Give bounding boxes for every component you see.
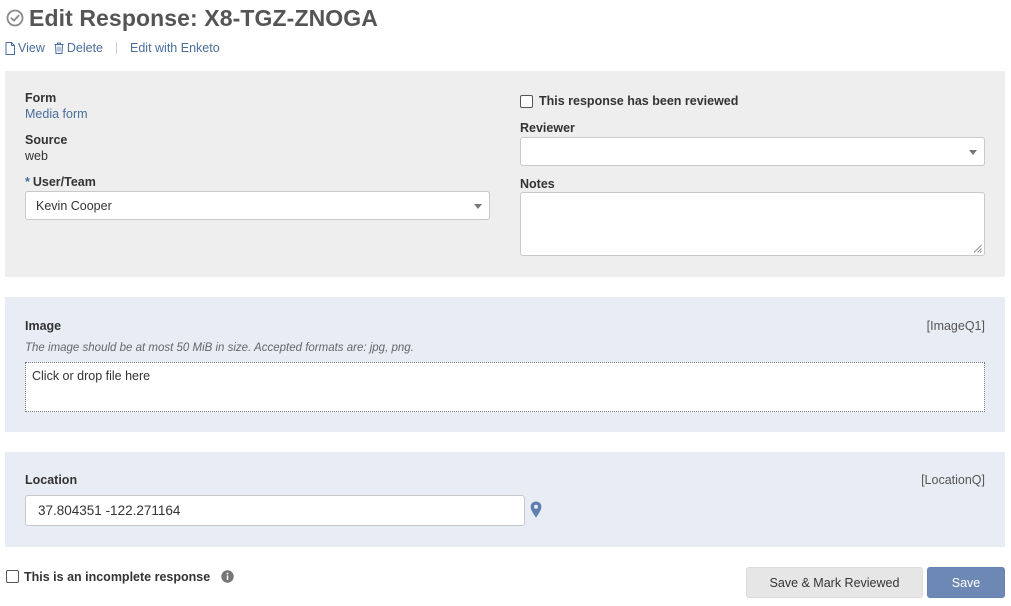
form-label: Form bbox=[25, 91, 57, 105]
edit-with-enketo-link[interactable]: Edit with Enketo bbox=[130, 41, 220, 55]
incomplete-label: This is an incomplete response bbox=[24, 570, 211, 584]
info-icon[interactable] bbox=[221, 570, 234, 583]
user-team-value: Kevin Cooper bbox=[36, 198, 112, 213]
page-header: Edit Response: X8-TGZ-ZNOGA bbox=[6, 4, 378, 32]
location-question-label: Location bbox=[25, 473, 78, 487]
trash-icon bbox=[54, 42, 64, 54]
image-question-panel: Image [ImageQ1] The image should be at m… bbox=[5, 297, 1005, 432]
response-actions: View Delete Edit with Enketo bbox=[5, 40, 220, 56]
resize-grip-icon[interactable] bbox=[973, 244, 982, 253]
map-marker-icon[interactable] bbox=[530, 501, 542, 518]
reviewed-checkbox[interactable] bbox=[520, 95, 533, 108]
location-question-code: [LocationQ] bbox=[921, 473, 985, 487]
chevron-down-icon bbox=[969, 149, 977, 155]
form-link[interactable]: Media form bbox=[25, 107, 88, 121]
view-link-label: View bbox=[18, 41, 45, 55]
view-link[interactable]: View bbox=[5, 41, 45, 55]
source-label: Source bbox=[25, 133, 68, 147]
source-value: web bbox=[25, 149, 48, 163]
check-circle-icon bbox=[6, 9, 24, 27]
reviewer-select[interactable] bbox=[520, 137, 985, 166]
user-team-label-text: User/Team bbox=[32, 175, 96, 189]
location-input[interactable]: 37.804351 -122.271164 bbox=[25, 495, 525, 526]
file-icon bbox=[5, 41, 15, 55]
image-question-label: Image bbox=[25, 319, 62, 333]
file-dropzone[interactable]: Click or drop file here bbox=[25, 362, 985, 412]
action-divider bbox=[116, 42, 118, 54]
save-and-mark-reviewed-button[interactable]: Save & Mark Reviewed bbox=[746, 567, 923, 598]
delete-link[interactable]: Delete bbox=[54, 41, 103, 55]
page-title: Edit Response: X8-TGZ-ZNOGA bbox=[29, 4, 378, 31]
chevron-down-icon bbox=[474, 203, 482, 209]
image-question-hint: The image should be at most 50 MiB in si… bbox=[25, 342, 414, 354]
location-question-panel: Location [LocationQ] 37.804351 -122.2711… bbox=[5, 452, 1005, 547]
required-marker: * bbox=[25, 175, 30, 189]
save-button[interactable]: Save bbox=[927, 567, 1005, 598]
image-question-code: [ImageQ1] bbox=[926, 319, 985, 333]
response-metadata-panel: Form Media form Source web * User/Team Ke… bbox=[5, 71, 1005, 277]
reviewed-label: This response has been reviewed bbox=[539, 94, 739, 108]
delete-link-label: Delete bbox=[66, 41, 104, 55]
user-team-select[interactable]: Kevin Cooper bbox=[25, 191, 490, 220]
reviewer-label: Reviewer bbox=[520, 121, 575, 135]
notes-label: Notes bbox=[520, 177, 555, 191]
incomplete-checkbox[interactable] bbox=[6, 570, 19, 583]
notes-textarea[interactable] bbox=[520, 192, 985, 256]
user-team-label: * User/Team bbox=[25, 175, 96, 189]
